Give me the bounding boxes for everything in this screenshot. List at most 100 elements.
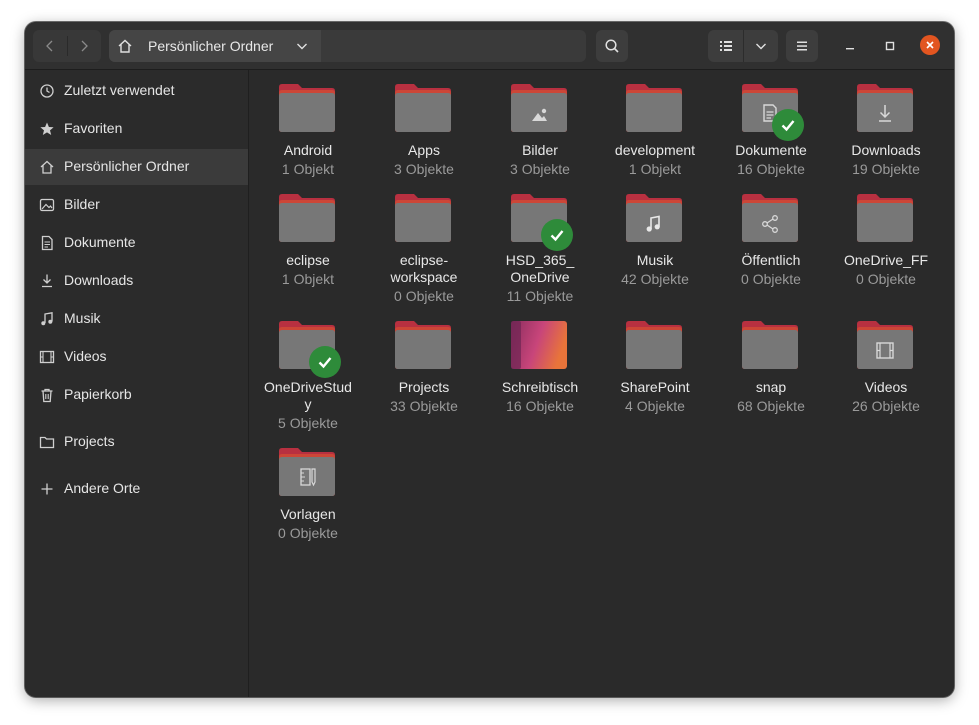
sidebar-item-other-locations[interactable]: Andere Orte (25, 471, 248, 507)
folder-name: eclipse-workspace (390, 252, 458, 285)
folder-item-count: 1 Objekt (628, 161, 682, 177)
folder-icon (857, 84, 913, 132)
sidebar-item-trash[interactable]: Papierkorb (25, 377, 248, 413)
folder-name: Dokumente (735, 142, 807, 158)
folder-name: development (614, 142, 696, 158)
folder-item-count: 1 Objekt (281, 161, 335, 177)
list-view-button[interactable] (708, 30, 743, 62)
folder-icon (39, 436, 55, 449)
trash-icon (41, 388, 53, 403)
folder-name: HSD_365_ OneDrive (505, 252, 575, 285)
maximize-button[interactable] (880, 36, 900, 56)
home-icon (40, 160, 54, 174)
folder-name: OneDrive_FF (843, 252, 929, 268)
chevron-down-icon (755, 43, 766, 50)
sidebar-item-label: Downloads (64, 272, 134, 288)
sidebar-item-downloads[interactable]: Downloads (25, 263, 248, 299)
minimize-icon (846, 48, 854, 50)
folder-item-count: 26 Objekte (852, 398, 920, 414)
sync-check-badge (772, 109, 804, 141)
search-button[interactable] (596, 30, 628, 62)
sidebar-item-home[interactable]: Persönlicher Ordner (25, 149, 248, 185)
sync-check-badge (541, 219, 573, 251)
folder-item-count: 33 Objekte (390, 398, 458, 414)
sidebar-item-projects[interactable]: Projects (25, 424, 248, 460)
folder-name: Projects (398, 379, 450, 395)
folder-icon (395, 321, 451, 369)
view-options-button[interactable] (743, 30, 778, 62)
folder-icon (626, 321, 682, 369)
folder-item-count: 42 Objekte (621, 271, 689, 287)
folder-name: Öffentlich (741, 252, 801, 268)
forward-button[interactable] (67, 30, 101, 62)
sidebar-item-label: Dokumente (64, 234, 136, 250)
folder-icon (279, 84, 335, 132)
folder-item-count: 11 Objekte (506, 288, 574, 304)
sidebar-item-videos[interactable]: Videos (25, 339, 248, 375)
sidebar-item-label: Zuletzt verwendet (64, 82, 175, 98)
video-icon (39, 350, 55, 364)
folder-icon (742, 194, 798, 242)
sidebar-item-documents[interactable]: Dokumente (25, 225, 248, 261)
folder-item-count: 1 Objekt (281, 271, 335, 287)
sidebar-item-label: Musik (64, 310, 101, 326)
folder-icon (511, 84, 567, 132)
clock-icon (40, 84, 54, 98)
sidebar-item-label: Videos (64, 348, 107, 364)
sidebar-item-pictures[interactable]: Bilder (25, 187, 248, 223)
plus-icon (41, 483, 53, 495)
sync-check-badge (309, 346, 341, 378)
sidebar-item-label: Persönlicher Ordner (64, 158, 190, 174)
file-grid: Android 1 Objekt Apps 3 Objekte Bilder 3 Obje… (249, 70, 954, 697)
folder-name: Schreibtisch (501, 379, 579, 395)
folder-icon (395, 194, 451, 242)
folder-name: Musik (636, 252, 674, 268)
forward-icon (81, 40, 88, 52)
sidebar: Zuletzt verwendet Favoriten Persönlicher… (25, 70, 249, 697)
path-segment-home[interactable]: Persönlicher Ordner (109, 30, 321, 62)
folder-name: SharePoint (620, 379, 690, 395)
check-icon (318, 357, 332, 369)
close-button[interactable] (920, 35, 940, 55)
path-bar[interactable]: Persönlicher Ordner (109, 30, 586, 62)
sidebar-item-label: Andere Orte (64, 480, 141, 496)
folder-icon (742, 321, 798, 369)
navigation-buttons (33, 30, 101, 62)
download-icon (42, 274, 52, 288)
chevron-down-icon (297, 43, 307, 50)
folder-name: Vorlagen (280, 506, 336, 522)
folder-name: Videos (864, 379, 908, 395)
folder-item-count: 19 Objekte (852, 161, 920, 177)
folder-icon (395, 84, 451, 132)
folder-item-count: 0 Objekte (856, 271, 916, 287)
folder-item-count: 0 Objekte (741, 271, 801, 287)
desktop-folder-icon (511, 321, 567, 369)
view-switcher (708, 30, 778, 62)
path-label: Persönlicher Ordner (148, 38, 274, 54)
main-menu-button[interactable] (786, 30, 818, 62)
folder-icon (626, 194, 682, 242)
folder-item-count: 3 Objekte (510, 161, 570, 177)
picture-icon (39, 198, 55, 212)
folder-icon (626, 84, 682, 132)
sidebar-item-label: Favoriten (64, 120, 123, 136)
back-button[interactable] (33, 30, 67, 62)
folder-name: Apps (408, 142, 440, 158)
check-icon (550, 230, 564, 242)
folder-name: snap (755, 379, 787, 395)
folder-icon (857, 321, 913, 369)
sidebar-item-music[interactable]: Musik (25, 301, 248, 337)
folder-item-count: 5 Objekte (278, 415, 338, 431)
sidebar-item-favorites[interactable]: Favoriten (25, 111, 248, 147)
check-icon (781, 120, 795, 132)
maximize-icon (885, 41, 895, 51)
sidebar-item-label: Papierkorb (64, 386, 132, 402)
close-icon (926, 41, 934, 49)
folder-icon (279, 194, 335, 242)
folder-name: Bilder (522, 142, 558, 158)
sidebar-item-label: Bilder (64, 196, 100, 212)
sidebar-item-recent[interactable]: Zuletzt verwendet (25, 73, 248, 109)
folder-name: OneDriveStud y (264, 379, 352, 412)
music-icon (41, 312, 53, 326)
minimize-button[interactable] (840, 36, 860, 56)
